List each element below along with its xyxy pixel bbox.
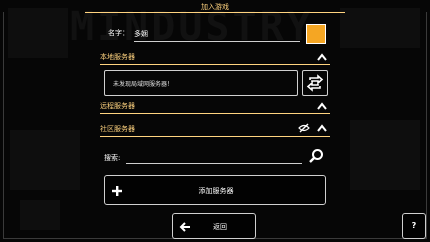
section-remote-divider: [100, 113, 330, 114]
help-button[interactable]: ?: [402, 213, 426, 239]
add-server-label: 添加服务器: [198, 187, 234, 195]
section-local-label: 本地服务器: [100, 53, 135, 61]
refresh-button[interactable]: [302, 70, 328, 96]
player-name-value: 多娴: [134, 30, 148, 38]
search-label: 搜索:: [104, 154, 121, 162]
search-input[interactable]: [126, 148, 302, 164]
frame-left-border: [3, 12, 4, 238]
player-color-button[interactable]: [306, 24, 326, 44]
search-button[interactable]: [308, 148, 324, 164]
arrow-left-icon: [179, 222, 190, 232]
chevron-up-icon[interactable]: [316, 123, 328, 133]
refresh-icon: [306, 74, 324, 92]
add-server-button[interactable]: 添加服务器: [104, 175, 326, 205]
eye-off-icon[interactable]: [298, 123, 310, 133]
search-icon: [309, 149, 323, 163]
chevron-up-icon[interactable]: [316, 101, 328, 111]
chevron-up-icon[interactable]: [316, 52, 328, 62]
player-name-input[interactable]: 多娴: [134, 26, 300, 42]
title-divider: [85, 12, 345, 13]
back-button[interactable]: 返回: [172, 213, 256, 239]
section-remote-label: 远程服务器: [100, 102, 135, 110]
section-community-divider: [100, 136, 330, 137]
local-server-empty-message: 未发现局域网服务器！: [113, 81, 174, 88]
name-label: 名字：: [108, 29, 129, 37]
section-community-label: 社区服务器: [100, 125, 135, 133]
dialog-title: 加入游戏: [201, 3, 229, 11]
section-local-divider: [100, 64, 330, 65]
back-label: 返回: [213, 223, 227, 231]
help-label: ?: [411, 221, 417, 230]
local-server-empty-box: 未发现局域网服务器！: [104, 70, 298, 96]
frame-right-border: [426, 12, 427, 238]
